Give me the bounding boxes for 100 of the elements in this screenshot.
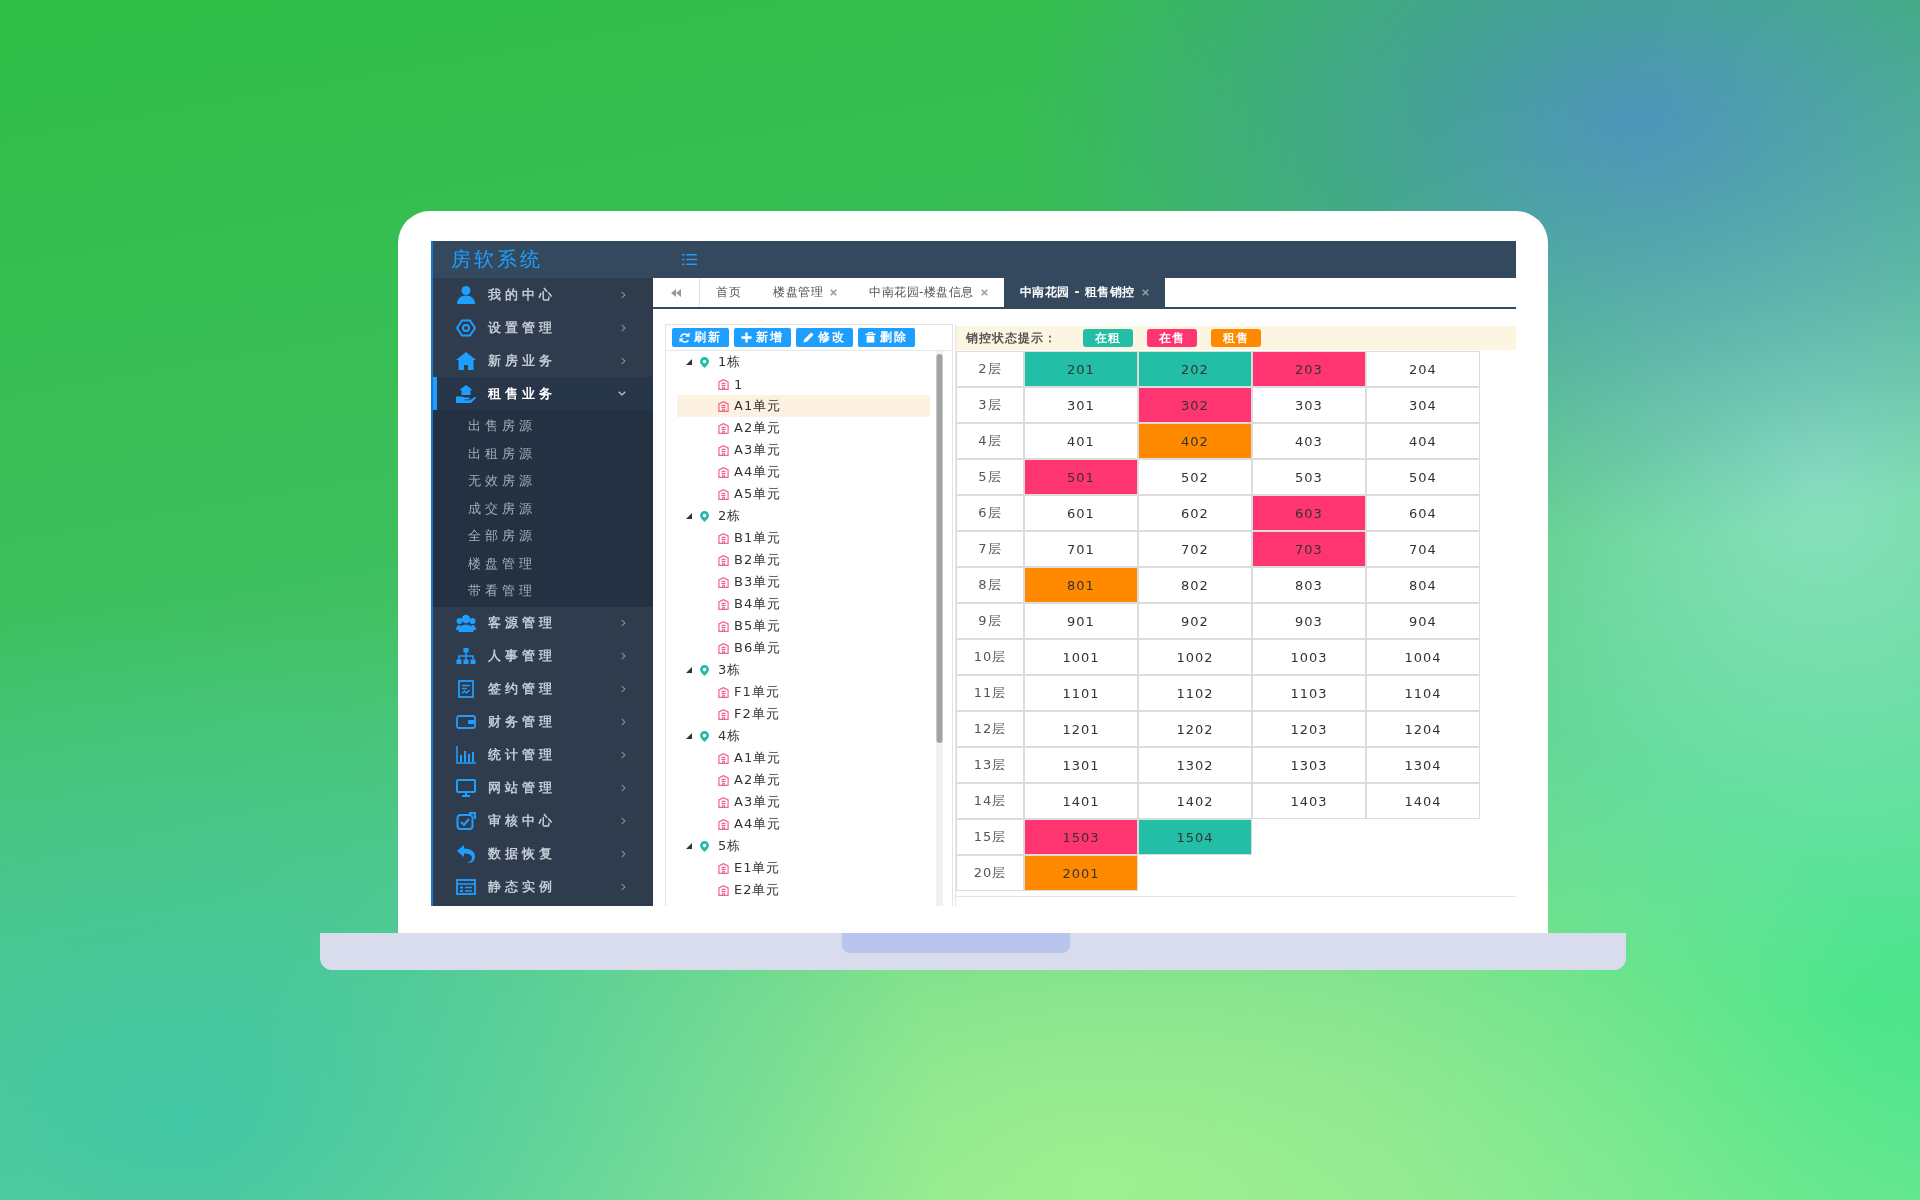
tree-node[interactable]: B6单元 bbox=[677, 637, 930, 659]
sidebar-item[interactable]: 网站管理 bbox=[433, 771, 653, 805]
close-icon[interactable] bbox=[830, 289, 837, 296]
sidebar-item[interactable]: 租售业务 bbox=[433, 377, 653, 410]
close-icon[interactable] bbox=[1141, 289, 1149, 296]
tree-node[interactable]: A4单元 bbox=[677, 461, 930, 483]
room-cell: 702 bbox=[1138, 531, 1252, 567]
floor-cell: 15层 bbox=[956, 819, 1024, 855]
floor-cell: 5层 bbox=[956, 459, 1024, 495]
building-icon bbox=[718, 752, 729, 764]
sidebar-subitem[interactable]: 出租房源 bbox=[433, 439, 653, 467]
building-icon bbox=[718, 708, 729, 720]
sidebar-item[interactable]: 人事管理 bbox=[433, 639, 653, 673]
room-cell: 1103 bbox=[1252, 675, 1366, 711]
tree-node[interactable]: E1单元 bbox=[677, 857, 930, 879]
room-cell: 1004 bbox=[1366, 639, 1480, 675]
tree-node[interactable]: B4单元 bbox=[677, 593, 930, 615]
tree-node[interactable]: B3单元 bbox=[677, 571, 930, 593]
status-tag: 在租 bbox=[1083, 329, 1133, 347]
tree-node[interactable]: B1单元 bbox=[677, 527, 930, 549]
room-cell: 504 bbox=[1366, 459, 1480, 495]
tree-node[interactable]: A4单元 bbox=[677, 813, 930, 835]
room-cell: 1503 bbox=[1024, 819, 1138, 855]
room-cell: 203 bbox=[1252, 351, 1366, 387]
building-icon bbox=[718, 774, 729, 786]
tree-node[interactable]: A1单元 bbox=[677, 747, 930, 769]
caret-icon[interactable] bbox=[686, 733, 692, 739]
sidebar-subitem[interactable]: 全部房源 bbox=[433, 522, 653, 550]
monitor-icon bbox=[456, 779, 476, 797]
room-cell: 202 bbox=[1138, 351, 1252, 387]
house-icon bbox=[456, 351, 476, 370]
plus-icon bbox=[741, 332, 752, 343]
tree-node[interactable]: B5单元 bbox=[677, 615, 930, 637]
sidebar-subitem[interactable]: 无效房源 bbox=[433, 467, 653, 495]
caret-icon[interactable] bbox=[686, 513, 692, 519]
building-icon bbox=[718, 642, 729, 654]
scrollbar[interactable] bbox=[936, 351, 943, 906]
tree-node[interactable]: A2单元 bbox=[677, 769, 930, 791]
room-cell: 301 bbox=[1024, 387, 1138, 423]
list-icon bbox=[456, 878, 476, 896]
tree-node[interactable]: E2单元 bbox=[677, 879, 930, 901]
sidebar-item[interactable]: 统计管理 bbox=[433, 738, 653, 772]
tree-node[interactable]: 3栋 bbox=[677, 659, 930, 681]
room-cell: 1204 bbox=[1366, 711, 1480, 747]
caret-icon[interactable] bbox=[686, 667, 692, 673]
sidebar-subitem[interactable]: 出售房源 bbox=[433, 412, 653, 440]
room-cell: 1102 bbox=[1138, 675, 1252, 711]
sidebar-item[interactable]: 数据恢复 bbox=[433, 837, 653, 871]
tree-node[interactable]: A1单元 bbox=[677, 395, 930, 417]
tree-node[interactable]: 2栋 bbox=[677, 505, 930, 527]
building-icon bbox=[718, 686, 729, 698]
tree-node[interactable]: F2单元 bbox=[677, 703, 930, 725]
caret-icon[interactable] bbox=[686, 359, 692, 365]
room-cell: 403 bbox=[1252, 423, 1366, 459]
sidebar-item[interactable]: 客源管理 bbox=[433, 606, 653, 640]
room-cell: 802 bbox=[1138, 567, 1252, 603]
room-cell: 1104 bbox=[1366, 675, 1480, 711]
sidebar-item[interactable]: 财务管理 bbox=[433, 705, 653, 739]
tree-node[interactable]: 5栋 bbox=[677, 835, 930, 857]
tree-node[interactable]: B2单元 bbox=[677, 549, 930, 571]
sidebar-item[interactable]: 静态实例 bbox=[433, 870, 653, 904]
room-cell: 703 bbox=[1252, 531, 1366, 567]
sidebar-subitem[interactable]: 带看管理 bbox=[433, 577, 653, 605]
room-cell: 1404 bbox=[1366, 783, 1480, 819]
hand-house-icon bbox=[456, 384, 476, 403]
tree-node[interactable]: F1单元 bbox=[677, 681, 930, 703]
sidebar-subitem[interactable]: 楼盘管理 bbox=[433, 549, 653, 577]
floor-cell: 9层 bbox=[956, 603, 1024, 639]
sidebar-item[interactable]: 设置管理 bbox=[433, 311, 653, 344]
tree-node[interactable]: A2单元 bbox=[677, 417, 930, 439]
room-cell: 804 bbox=[1366, 567, 1480, 603]
tree-node[interactable]: 1 bbox=[677, 373, 930, 395]
building-icon bbox=[718, 884, 729, 896]
tree-node[interactable]: 4栋 bbox=[677, 725, 930, 747]
floor-cell: 20层 bbox=[956, 855, 1024, 891]
legend-label: 销控状态提示： bbox=[966, 329, 1057, 347]
tab[interactable]: 首页 bbox=[700, 278, 757, 307]
sidebar-subitem[interactable]: 成交房源 bbox=[433, 494, 653, 522]
sidebar-item[interactable]: 审核中心 bbox=[433, 804, 653, 838]
caret-icon[interactable] bbox=[686, 843, 692, 849]
room-cell: 1304 bbox=[1366, 747, 1480, 783]
app-title: 房软系统 bbox=[451, 247, 543, 271]
sidebar-item[interactable]: 签约管理 bbox=[433, 672, 653, 706]
sidebar-item[interactable]: 新房业务 bbox=[433, 344, 653, 377]
building-icon bbox=[718, 796, 729, 808]
room-cell: 701 bbox=[1024, 531, 1138, 567]
tab[interactable]: 中南花园-楼盘信息 bbox=[853, 278, 1004, 307]
tree-node[interactable]: 1栋 bbox=[677, 351, 930, 373]
room-cell: 1003 bbox=[1252, 639, 1366, 675]
sidebar-item[interactable]: 我的中心 bbox=[433, 278, 653, 311]
tab[interactable]: 楼盘管理 bbox=[757, 278, 853, 307]
tree-node[interactable]: A3单元 bbox=[677, 791, 930, 813]
tab[interactable]: 中南花园 - 租售销控 bbox=[1003, 278, 1165, 307]
room-cell: 1301 bbox=[1024, 747, 1138, 783]
room-cell: 503 bbox=[1252, 459, 1366, 495]
close-icon[interactable] bbox=[980, 289, 988, 296]
tree-node[interactable]: A3单元 bbox=[677, 439, 930, 461]
menu-icon[interactable] bbox=[682, 254, 697, 265]
building-icon bbox=[718, 554, 729, 566]
tree-node[interactable]: A5单元 bbox=[677, 483, 930, 505]
